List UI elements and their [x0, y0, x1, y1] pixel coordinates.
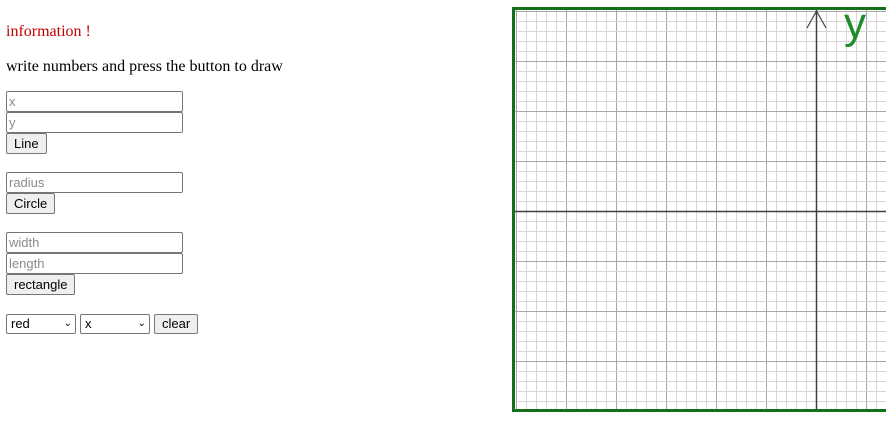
rectangle-button[interactable]: rectangle — [6, 274, 76, 295]
radius-input[interactable] — [6, 172, 183, 193]
chevron-down-icon: ⌄ — [63, 318, 72, 329]
color-select-value: red — [11, 316, 30, 331]
line-button[interactable]: Line — [6, 133, 47, 154]
circle-button[interactable]: Circle — [6, 193, 56, 214]
y-axis-label: y — [844, 0, 866, 48]
axis-select[interactable]: x ⌄ — [80, 314, 150, 334]
color-select[interactable]: red ⌄ — [6, 314, 76, 334]
axis-select-value: x — [85, 316, 92, 331]
info-title: information ! — [6, 23, 91, 40]
y-axis-arrow — [815, 10, 827, 29]
instructions-text: write numbers and press the button to dr… — [6, 58, 283, 75]
length-input[interactable] — [6, 253, 183, 274]
width-input[interactable] — [6, 232, 183, 253]
y-input[interactable] — [6, 112, 183, 133]
grid — [515, 10, 886, 409]
clear-button[interactable]: clear — [154, 314, 199, 334]
x-input[interactable] — [6, 91, 183, 112]
drawing-canvas[interactable]: y — [512, 2, 886, 412]
y-axis-arrow — [806, 10, 818, 29]
chevron-down-icon: ⌄ — [137, 318, 146, 329]
